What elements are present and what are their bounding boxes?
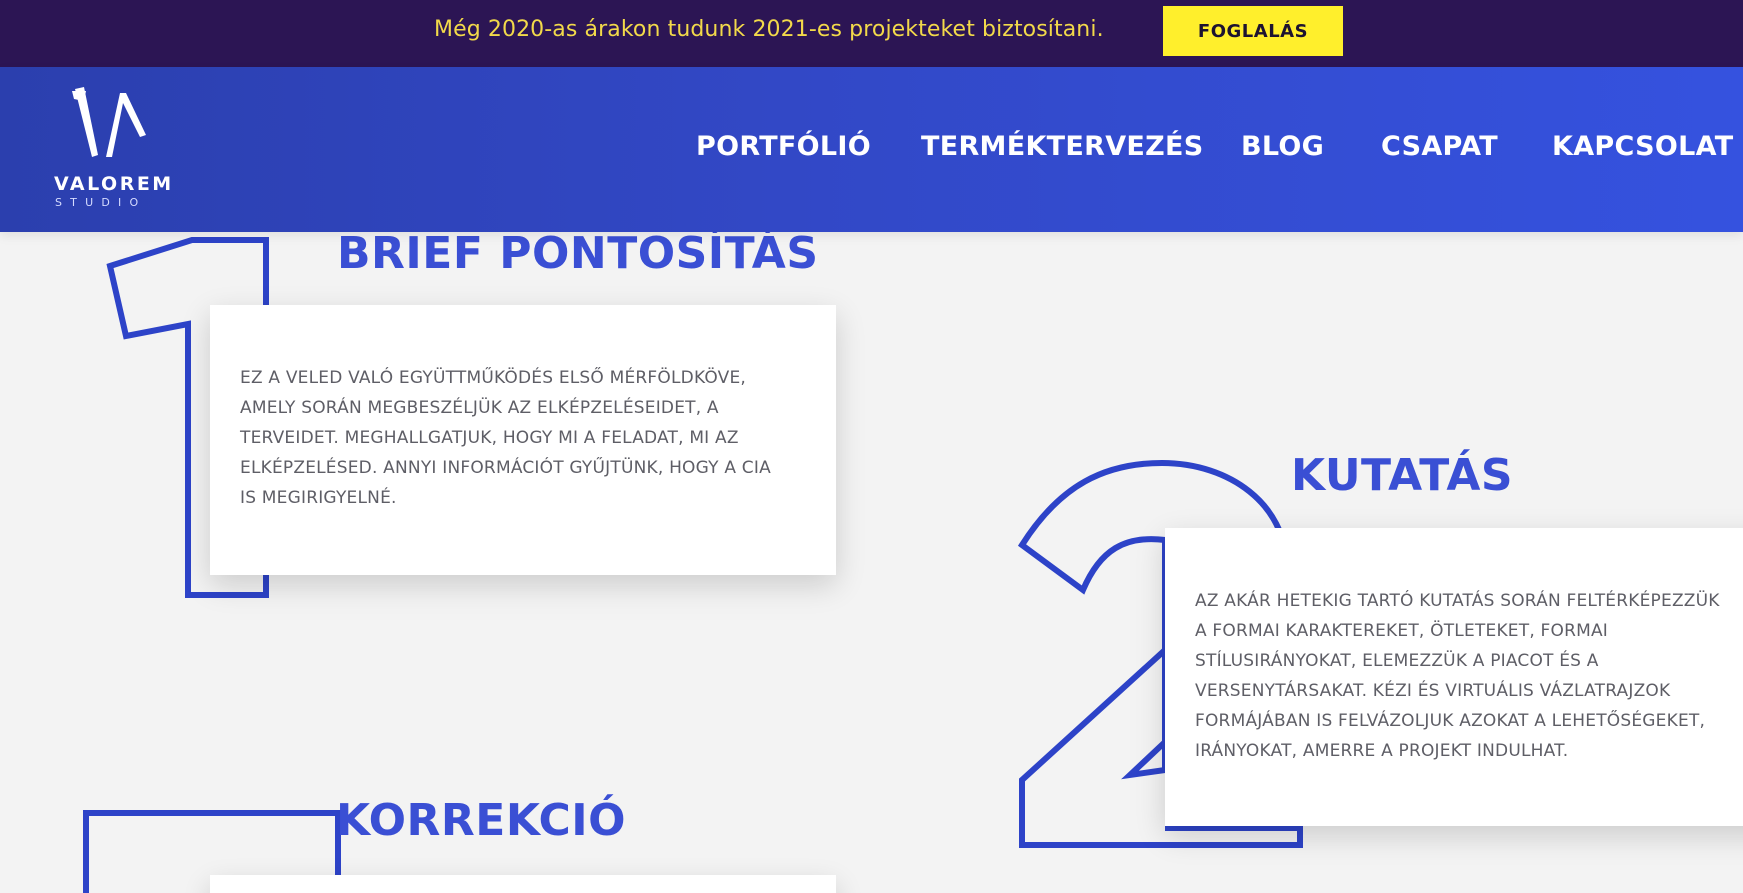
nav-item-product-design[interactable]: TERMÉKTERVEZÉS (921, 131, 1204, 162)
site-header: VALOREM STUDIO PORTFÓLIÓ TERMÉKTERVEZÉS … (0, 67, 1743, 232)
nav-item-contact[interactable]: KAPCSOLAT (1552, 131, 1733, 162)
step-description-line: EZ A VELED VALÓ EGYÜTTMŰKÖDÉS ELSŐ MÉRFÖ… (240, 368, 747, 388)
step-title-brief: BRIEF PONTOSÍTÁS (337, 228, 819, 279)
step-description-line: AMELY SORÁN MEGBESZÉLJÜK AZ ELKÉPZELÉSEI… (240, 398, 719, 418)
step-description-line: AZ AKÁR HETEKIG TARTÓ KUTATÁS SORÁN FELT… (1195, 591, 1720, 611)
main-nav: PORTFÓLIÓ TERMÉKTERVEZÉS BLOG CSAPAT KAP… (0, 131, 1743, 171)
nav-item-team[interactable]: CSAPAT (1381, 131, 1498, 162)
step-description-line: TERVEIDET. MEGHALLGATJUK, HOGY MI A FELA… (240, 428, 739, 448)
step-description-line: STÍLUSIRÁNYOKAT, ELEMEZZÜK A PIACOT ÉS A (1195, 651, 1599, 671)
step-description-line: IS MEGIRIGYELNÉ. (240, 488, 397, 508)
brand-subtitle: STUDIO (55, 196, 147, 209)
step-description-line: A FORMAI KARAKTEREKET, ÖTLETEKET, FORMAI (1195, 621, 1609, 641)
nav-item-blog[interactable]: BLOG (1241, 131, 1324, 162)
step-description: EZ A VELED VALÓ EGYÜTTMŰKÖDÉS ELSŐ MÉRFÖ… (240, 363, 771, 513)
step-description-line: IRÁNYOKAT, AMERRE A PROJEKT INDULHAT. (1195, 741, 1569, 761)
step-description: AZ AKÁR HETEKIG TARTÓ KUTATÁS SORÁN FELT… (1195, 586, 1720, 766)
step-title-research: KUTATÁS (1291, 450, 1514, 501)
step-card-research: AZ AKÁR HETEKIG TARTÓ KUTATÁS SORÁN FELT… (1165, 528, 1743, 826)
step-card-correction (210, 875, 836, 893)
promo-bar: Még 2020-as árakon tudunk 2021-es projek… (0, 0, 1743, 67)
step-description-line: FORMÁJÁBAN IS FELVÁZOLJUK AZOKAT A LEHET… (1195, 711, 1706, 731)
step-card-brief: EZ A VELED VALÓ EGYÜTTMŰKÖDÉS ELSŐ MÉRFÖ… (210, 305, 836, 575)
step-title-correction: KORREKCIÓ (336, 795, 627, 846)
nav-item-portfolio[interactable]: PORTFÓLIÓ (696, 131, 871, 162)
brand-name: VALOREM (54, 173, 174, 195)
step-description-line: ELKÉPZELÉSED. ANNYI INFORMÁCIÓT GYŰJTÜNK… (240, 458, 771, 478)
booking-button[interactable]: FOGLALÁS (1163, 6, 1343, 56)
step-description-line: VERSENYTÁRSAKAT. KÉZI ÉS VIRTUÁLIS VÁZLA… (1195, 681, 1671, 701)
promo-text: Még 2020-as árakon tudunk 2021-es projek… (434, 17, 1104, 42)
